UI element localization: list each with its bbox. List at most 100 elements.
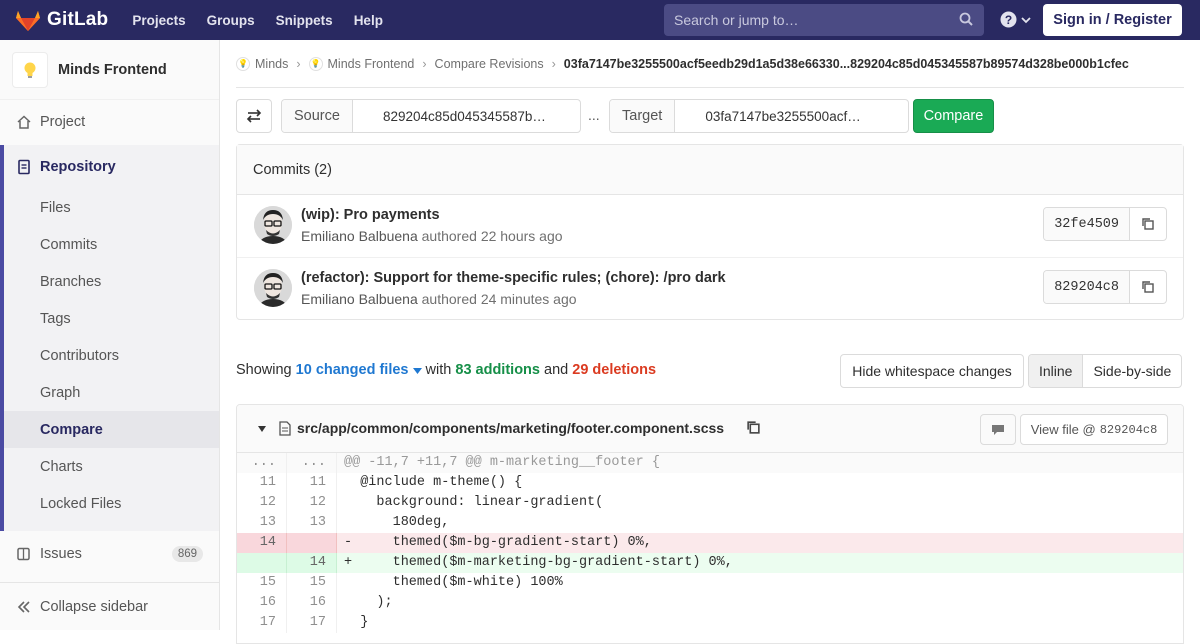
sidebar-item-branches[interactable]: Branches bbox=[4, 263, 219, 300]
help-dropdown[interactable]: ? bbox=[1000, 11, 1031, 28]
copy-icon bbox=[1142, 281, 1154, 293]
commit-title-link[interactable]: (refactor): Support for theme-specific r… bbox=[301, 270, 726, 286]
project-header[interactable]: Minds Frontend bbox=[0, 40, 219, 100]
old-line-number[interactable]: 12 bbox=[237, 493, 287, 513]
gitlab-logo[interactable]: GitLab bbox=[16, 9, 108, 31]
copy-sha-button[interactable] bbox=[1130, 271, 1166, 303]
avatar[interactable] bbox=[254, 269, 292, 307]
file-path-link[interactable]: src/app/common/components/marketing/foot… bbox=[297, 420, 724, 436]
breadcrumb: 💡 Minds › 💡 Minds Frontend › Compare Rev… bbox=[236, 40, 1184, 88]
copy-sha-button[interactable] bbox=[1130, 208, 1166, 240]
old-line-number[interactable]: 17 bbox=[237, 613, 287, 633]
commit-author-link[interactable]: Emiliano Balbuena bbox=[301, 291, 418, 307]
breadcrumb-minds-frontend[interactable]: Minds Frontend bbox=[328, 57, 415, 71]
breadcrumb-current: 03fa7147be3255500acf5eedb29d1a5d38e66330… bbox=[563, 56, 1129, 71]
copy-icon[interactable] bbox=[746, 420, 761, 435]
new-line-number[interactable]: 17 bbox=[287, 613, 337, 633]
commit-sha-link[interactable]: 829204c8 bbox=[1044, 271, 1130, 303]
target-revision-dropdown[interactable]: 03fa7147be3255500acf… bbox=[675, 100, 908, 132]
commit-sha-group: 32fe4509 bbox=[1043, 207, 1167, 241]
project-avatar bbox=[12, 51, 48, 88]
nav-snippets[interactable]: Snippets bbox=[276, 13, 333, 28]
lightbulb-icon bbox=[24, 62, 36, 78]
sidebar-item-commits[interactable]: Commits bbox=[4, 226, 219, 263]
new-line-number[interactable]: 16 bbox=[287, 593, 337, 613]
diff-line: 17 17 } bbox=[237, 613, 1183, 633]
breadcrumb-minds[interactable]: Minds bbox=[255, 57, 288, 71]
toggle-comments-button[interactable] bbox=[980, 414, 1016, 445]
sidebar-item-graph[interactable]: Graph bbox=[4, 374, 219, 411]
inline-view-button[interactable]: Inline bbox=[1029, 355, 1084, 387]
changed-files-dropdown[interactable]: 10 changed files bbox=[296, 362, 422, 378]
source-revision-group: Source 829204c85d045345587b… bbox=[281, 99, 581, 133]
diff-line: 12 12 background: linear-gradient( bbox=[237, 493, 1183, 513]
sidebar-item-label: Issues bbox=[40, 545, 82, 562]
old-line-number[interactable]: 16 bbox=[237, 593, 287, 613]
sidebar-item-label: Project bbox=[40, 113, 86, 130]
compare-button[interactable]: Compare bbox=[913, 99, 994, 133]
swap-revisions-button[interactable] bbox=[236, 99, 272, 133]
sidebar-item-charts[interactable]: Charts bbox=[4, 448, 219, 485]
commit-sha-link[interactable]: 32fe4509 bbox=[1044, 208, 1130, 240]
diff-code: - themed($m-bg-gradient-start) 0%, bbox=[337, 533, 1183, 553]
side-by-side-button[interactable]: Side-by-side bbox=[1083, 355, 1181, 387]
home-icon bbox=[17, 114, 31, 129]
commit-time: 24 minutes ago bbox=[480, 291, 577, 307]
commit-verb: authored bbox=[421, 228, 477, 244]
brand-name: GitLab bbox=[47, 9, 109, 30]
issues-count-badge: 869 bbox=[171, 545, 203, 562]
sign-in-button[interactable]: Sign in / Register bbox=[1043, 4, 1182, 36]
diff-code: themed($m-white) 100% bbox=[344, 575, 563, 590]
diff-line: ... ... @@ -11,7 +11,7 @@ m-marketing__f… bbox=[237, 453, 1183, 473]
nav-projects[interactable]: Projects bbox=[132, 13, 185, 28]
new-line-number[interactable]: 12 bbox=[287, 493, 337, 513]
sidebar-item-tags[interactable]: Tags bbox=[4, 300, 219, 337]
breadcrumb-compare-revisions[interactable]: Compare Revisions bbox=[435, 57, 544, 71]
stats-with: with bbox=[425, 362, 452, 378]
diff-code: background: linear-gradient( bbox=[344, 495, 604, 510]
sidebar-item-issues[interactable]: Issues 869 bbox=[0, 535, 219, 572]
commit-title-link[interactable]: (wip): Pro payments bbox=[301, 207, 440, 223]
commit-time: 22 hours ago bbox=[480, 228, 563, 244]
diff-code: @@ -11,7 +11,7 @@ m-marketing__footer { bbox=[344, 455, 660, 470]
search-icon bbox=[959, 12, 973, 26]
diff-line: 15 15 themed($m-white) 100% bbox=[237, 573, 1183, 593]
commit-author-link[interactable]: Emiliano Balbuena bbox=[301, 228, 418, 244]
sidebar-item-repository[interactable]: Repository bbox=[4, 145, 219, 189]
top-navbar: GitLab Projects Groups Snippets Help Sea… bbox=[0, 0, 1200, 40]
collapse-label: Collapse sidebar bbox=[40, 598, 149, 615]
collapse-sidebar-button[interactable]: Collapse sidebar bbox=[0, 582, 219, 630]
diff-code: + themed($m-marketing-bg-gradient-start)… bbox=[337, 553, 1183, 573]
new-line-number[interactable]: 14 bbox=[287, 553, 337, 573]
old-line-number[interactable]: 14 bbox=[237, 533, 287, 553]
old-line-number bbox=[237, 553, 287, 573]
lightbulb-icon: 💡 bbox=[308, 56, 323, 71]
gitlab-tanuki-icon bbox=[16, 11, 40, 31]
old-line-number[interactable]: 11 bbox=[237, 473, 287, 493]
diff-line: 13 13 180deg, bbox=[237, 513, 1183, 533]
lightbulb-icon: 💡 bbox=[236, 56, 250, 71]
nav-groups[interactable]: Groups bbox=[207, 13, 255, 28]
search-input[interactable]: Search or jump to… bbox=[664, 4, 984, 36]
view-file-sha: 829204c8 bbox=[1099, 422, 1158, 437]
sidebar-item-contributors[interactable]: Contributors bbox=[4, 337, 219, 374]
avatar[interactable] bbox=[254, 206, 292, 244]
view-file-button[interactable]: View file @ 829204c8 bbox=[1020, 414, 1168, 445]
source-revision-dropdown[interactable]: 829204c85d045345587b… bbox=[353, 100, 580, 132]
old-line-number[interactable]: 13 bbox=[237, 513, 287, 533]
sidebar-item-files[interactable]: Files bbox=[4, 189, 219, 226]
new-line-number[interactable]: 15 bbox=[287, 573, 337, 593]
sidebar-item-locked-files[interactable]: Locked Files bbox=[4, 485, 219, 522]
commit-sha-group: 829204c8 bbox=[1043, 270, 1167, 304]
nav-help[interactable]: Help bbox=[354, 13, 383, 28]
view-file-label: View file @ bbox=[1030, 422, 1096, 437]
hide-whitespace-button[interactable]: Hide whitespace changes bbox=[840, 354, 1024, 388]
sidebar-item-compare[interactable]: Compare bbox=[4, 411, 219, 448]
sidebar-item-project[interactable]: Project bbox=[0, 103, 219, 140]
old-line-number[interactable]: 15 bbox=[237, 573, 287, 593]
new-line-number[interactable]: 13 bbox=[287, 513, 337, 533]
diff-code: @include m-theme() { bbox=[344, 475, 523, 490]
collapse-file-caret-icon[interactable] bbox=[258, 426, 266, 432]
new-line-number[interactable]: 11 bbox=[287, 473, 337, 493]
issues-icon bbox=[17, 547, 30, 560]
